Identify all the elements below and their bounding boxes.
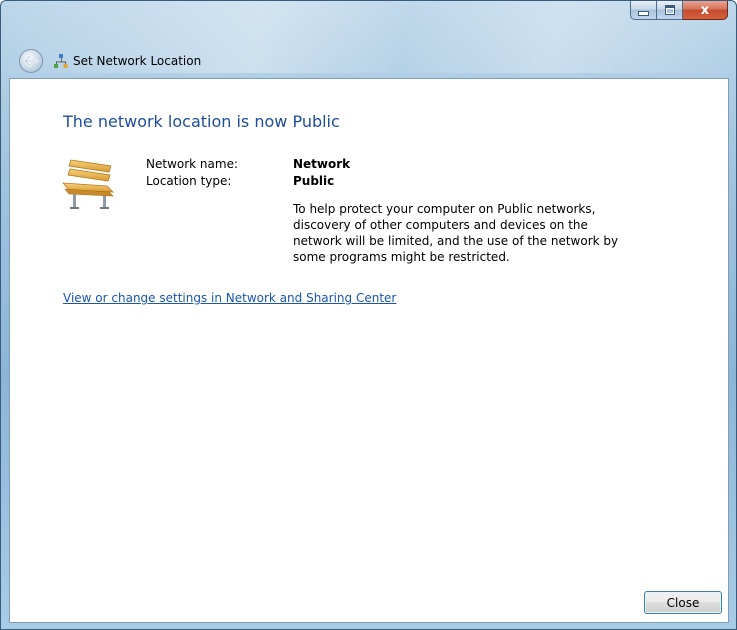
dialog-window: x Set Network Location The network locat… xyxy=(0,0,737,630)
network-name-label: Network name: xyxy=(146,157,238,171)
network-info: Network name: Network Location type: Pub… xyxy=(146,156,350,190)
page-title: The network location is now Public xyxy=(63,112,340,131)
maximize-button[interactable] xyxy=(657,1,683,20)
network-name-value: Network xyxy=(293,157,351,171)
network-name-row: Network name: Network xyxy=(146,156,350,173)
location-type-label: Location type: xyxy=(146,174,232,188)
location-type-value: Public xyxy=(293,174,335,188)
minimize-button[interactable] xyxy=(630,1,657,20)
maximize-icon xyxy=(664,5,675,15)
close-window-button[interactable]: x xyxy=(683,1,728,20)
content-pane: The network location is now Public Netwo… xyxy=(9,78,729,623)
close-button[interactable]: Close xyxy=(644,591,722,614)
location-type-row: Location type: Public xyxy=(146,173,350,190)
park-bench-icon xyxy=(62,159,115,209)
back-button[interactable] xyxy=(19,49,43,73)
close-icon: x xyxy=(700,2,710,18)
network-sharing-center-link[interactable]: View or change settings in Network and S… xyxy=(63,291,396,305)
minimize-icon xyxy=(638,10,649,16)
navigation-bar: Set Network Location xyxy=(19,49,201,73)
window-title: Set Network Location xyxy=(73,54,202,68)
network-icon xyxy=(54,54,68,68)
location-description: To help protect your computer on Public … xyxy=(293,202,619,264)
back-arrow-icon xyxy=(24,55,38,67)
caption-buttons: x xyxy=(630,1,728,21)
